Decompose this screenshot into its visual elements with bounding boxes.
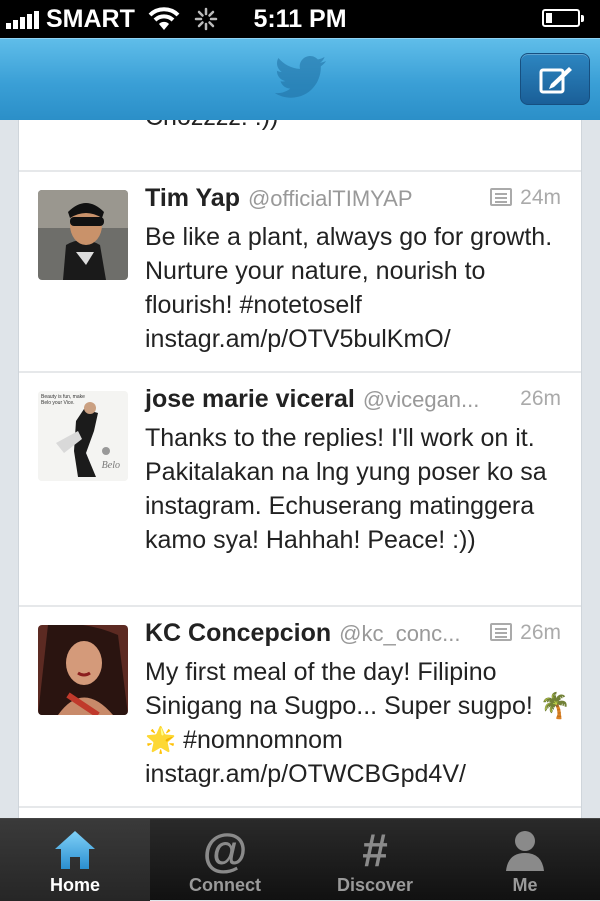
tweet-author-handle[interactable]: @officialTIMYAP xyxy=(248,186,413,211)
tab-label: Discover xyxy=(336,875,414,895)
tab-home[interactable]: Home xyxy=(0,819,150,901)
tweet-author-name[interactable]: jose marie viceral xyxy=(145,385,355,413)
tweet-text: Chozzzz! :)) xyxy=(145,120,575,134)
nav-bar xyxy=(0,38,600,120)
tweet-timestamp: 24m xyxy=(520,186,561,209)
tab-discover[interactable]: # Discover xyxy=(300,819,450,901)
tweet-meta: 24m xyxy=(490,186,561,210)
tab-label: Home xyxy=(49,875,100,895)
tweet-author: KC Concepcion @kc_conc... xyxy=(145,619,461,648)
tweet-item[interactable]: Beauty is fun, make Belo your Vice. Belo… xyxy=(19,373,581,607)
media-attachment-icon xyxy=(490,623,513,641)
battery-icon xyxy=(542,9,584,27)
tweet-author: Tim Yap @officialTIMYAP xyxy=(145,184,413,213)
tweet-partial[interactable]: Chozzzz! :)) xyxy=(19,120,581,172)
home-icon xyxy=(55,831,95,869)
tweet-item[interactable]: Tim Yap @officialTIMYAP 24m Be like a pla… xyxy=(19,172,581,373)
hashtag-icon: # xyxy=(362,824,388,876)
avatar[interactable] xyxy=(38,625,128,715)
tweet-timestamp: 26m xyxy=(520,387,561,410)
tweet-meta: 26m xyxy=(490,621,561,645)
at-icon: @ xyxy=(202,824,248,876)
clock: 5:11 PM xyxy=(253,5,347,33)
tweet-text: Thanks to the replies! I'll work on it. … xyxy=(145,424,547,554)
tweet-text: My first meal of the day! Filipino Sinig… xyxy=(145,658,571,788)
avatar-brand: Belo xyxy=(101,460,120,471)
timeline[interactable]: Chozzzz! :)) Tim Yap @officialTIMYAP 24m … xyxy=(18,120,582,820)
tweet-author-name[interactable]: Tim Yap xyxy=(145,184,240,212)
avatar[interactable]: Beauty is fun, make Belo your Vice. Belo xyxy=(38,391,128,481)
tab-bar: Home @ Connect # Discover Me xyxy=(0,818,600,901)
tweet-author: jose marie viceral @vicegan... xyxy=(145,385,479,414)
compose-tweet-icon xyxy=(539,67,572,94)
twitter-bird-icon[interactable] xyxy=(270,49,330,107)
avatar[interactable] xyxy=(38,190,128,280)
status-bar: SMART 5:11 PM xyxy=(0,0,600,38)
tab-connect[interactable]: @ Connect xyxy=(150,819,300,901)
tweet-text: Be like a plant, always go for growth. N… xyxy=(145,223,553,353)
tweet-timestamp: 26m xyxy=(520,621,561,644)
person-icon xyxy=(506,831,544,871)
media-attachment-icon xyxy=(490,188,513,206)
tab-label: Me xyxy=(512,875,538,895)
tweet-author-name[interactable]: KC Concepcion xyxy=(145,619,331,647)
tab-label: Connect xyxy=(189,875,261,895)
compose-tweet-button[interactable] xyxy=(520,53,590,105)
tab-me[interactable]: Me xyxy=(450,819,600,901)
tweet-author-handle[interactable]: @kc_conc... xyxy=(339,621,460,646)
avatar-caption: Beauty is fun, make Belo your Vice. xyxy=(41,394,85,406)
tweet-author-handle[interactable]: @vicegan... xyxy=(363,387,480,412)
tweet-item[interactable]: KC Concepcion @kc_conc... 26m My first me… xyxy=(19,607,581,808)
tweet-meta: 26m xyxy=(520,387,561,411)
